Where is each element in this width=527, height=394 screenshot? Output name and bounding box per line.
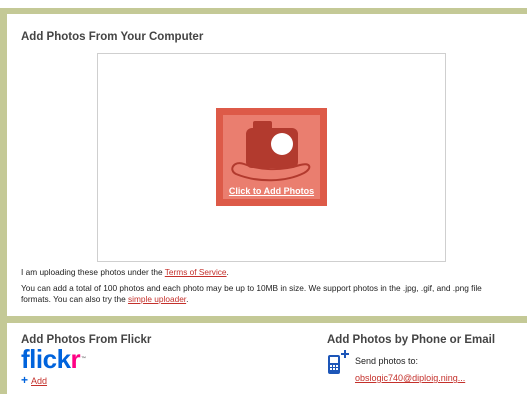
phone-plus-icon — [328, 350, 349, 374]
upload-limits-notice: You can add a total of 100 photos and ea… — [21, 283, 513, 305]
terms-prefix: I am uploading these photos under the — [21, 267, 165, 277]
add-photos-button[interactable]: Click to Add Photos — [216, 108, 327, 206]
add-photos-link[interactable]: Click to Add Photos — [216, 186, 327, 196]
terms-of-service-link[interactable]: Terms of Service — [165, 267, 227, 277]
limits-suffix: . — [186, 294, 189, 304]
send-photos-label: Send photos to: — [355, 356, 419, 366]
simple-uploader-link[interactable]: simple uploader — [128, 294, 186, 304]
left-border — [0, 8, 7, 394]
flickr-logo: flickr™ — [21, 346, 86, 372]
limits-text: You can add a total of 100 photos and ea… — [21, 283, 482, 304]
photo-drop-area[interactable]: Click to Add Photos — [97, 53, 446, 262]
flickr-trademark: ™ — [81, 356, 86, 362]
flickr-add-link[interactable]: Add — [31, 376, 47, 386]
flickr-add-control[interactable]: + Add — [21, 373, 47, 387]
phone-email-section-title: Add Photos by Phone or Email — [327, 334, 496, 346]
computer-upload-title: Add Photos From Your Computer — [21, 31, 204, 43]
flickr-logo-part2: r — [70, 344, 81, 374]
flickr-logo-part1: flick — [21, 344, 71, 374]
terms-notice: I am uploading these photos under the Te… — [21, 267, 229, 278]
section-divider — [0, 316, 527, 323]
plus-icon: + — [21, 373, 29, 387]
upload-email-link[interactable]: obslogic740@diploig.ning... — [355, 373, 465, 383]
top-border — [0, 8, 527, 14]
terms-suffix: . — [226, 267, 229, 277]
